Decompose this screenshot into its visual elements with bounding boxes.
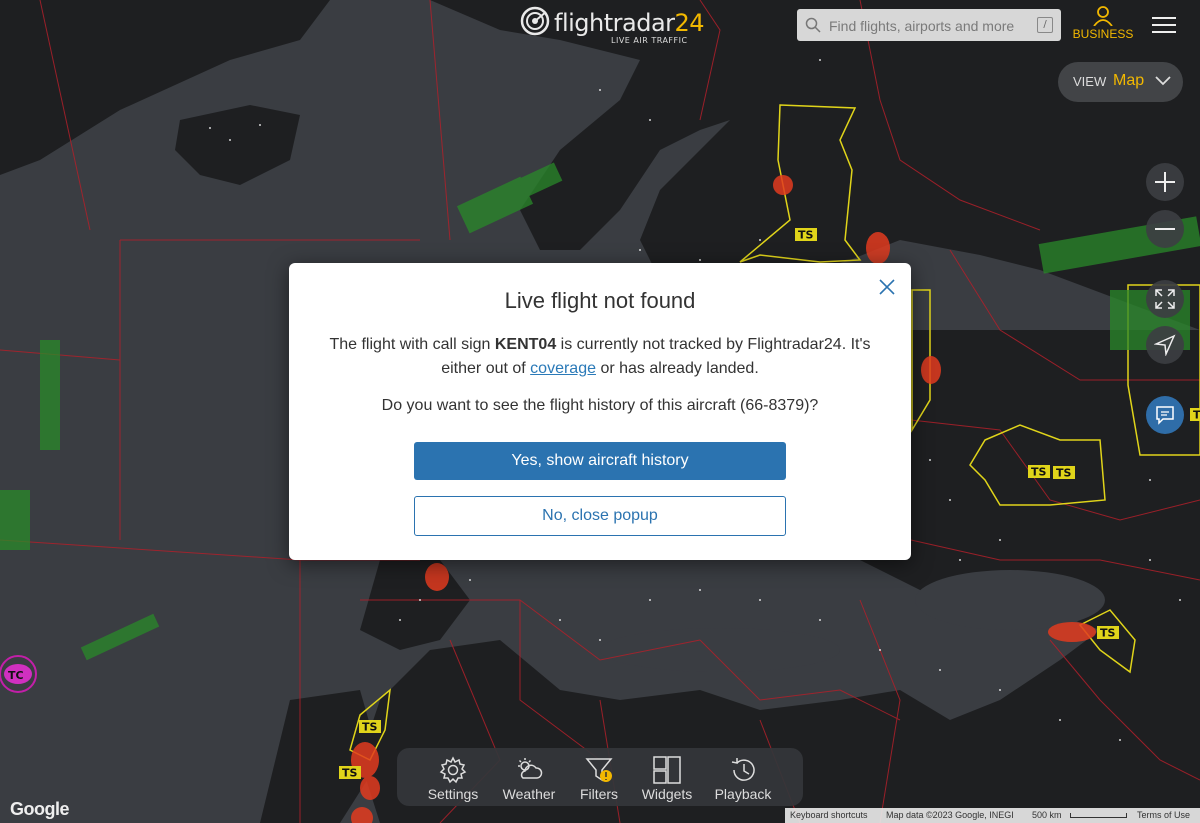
search-shortcut-key: /: [1037, 17, 1053, 33]
map-data-attribution: Map data ©2023 Google, INEGI: [886, 810, 1014, 820]
filter-icon: [585, 758, 613, 782]
storm-label: TS: [342, 767, 358, 780]
widgets-button[interactable]: Widgets: [632, 754, 702, 804]
weather-icon: [518, 758, 543, 779]
feedback-button[interactable]: [1146, 396, 1184, 434]
radar-logo-icon: [520, 6, 550, 36]
filters-label: Filters: [579, 786, 619, 802]
storm-label: TS: [1031, 466, 1047, 479]
view-value: Map: [1113, 72, 1145, 89]
search-icon: [805, 17, 821, 33]
modal-message: The flight with call sign KENT04 is curr…: [319, 333, 881, 380]
weather-button[interactable]: Weather: [494, 754, 564, 804]
playback-label: Playback: [714, 786, 772, 802]
message-prefix: The flight with call sign: [329, 336, 495, 353]
history-clock-icon: [731, 758, 755, 781]
bottom-toolbar: Settings Weather Filters Widgets Playbac…: [397, 748, 803, 806]
gear-icon: [439, 756, 467, 784]
scale-bar: [1070, 813, 1127, 818]
view-label: VIEW: [1073, 74, 1107, 89]
map-attribution-bar: Keyboard shortcuts Map data ©2023 Google…: [785, 808, 1200, 823]
message-end: or has already landed.: [596, 359, 759, 377]
modal-title: Live flight not found: [504, 288, 696, 313]
scale-label[interactable]: 500 km: [1032, 808, 1062, 823]
playback-button[interactable]: Playback: [708, 754, 778, 804]
minus-icon: [1155, 228, 1175, 230]
modal-question: Do you want to see the flight history of…: [381, 397, 819, 414]
navigation-arrow-icon: [1154, 334, 1176, 356]
zoom-in-button[interactable]: [1146, 163, 1184, 201]
chat-icon: [1156, 406, 1174, 425]
storm-label: TS: [362, 721, 378, 734]
widgets-label: Widgets: [641, 786, 693, 802]
weather-label: Weather: [502, 786, 556, 802]
flightradar24-logo[interactable]: flightradar24 LIVE AIR TRAFFIC: [520, 6, 705, 46]
widgets-icon: [653, 756, 681, 784]
settings-label: Settings: [427, 786, 479, 802]
fullscreen-button[interactable]: [1146, 280, 1184, 318]
view-selector[interactable]: VIEW Map: [1058, 62, 1183, 102]
hamburger-menu-icon[interactable]: [1150, 12, 1178, 38]
coverage-link[interactable]: coverage: [530, 360, 596, 377]
logo-text: flightradar: [554, 9, 675, 37]
storm-label: TC: [8, 669, 24, 682]
settings-button[interactable]: Settings: [418, 754, 488, 804]
filters-button[interactable]: Filters: [564, 754, 634, 804]
plus-icon: [1155, 172, 1175, 192]
chevron-down-icon: [1155, 76, 1171, 86]
storm-label: TS: [1056, 467, 1072, 480]
user-icon: [1093, 6, 1113, 26]
logo-number: 24: [674, 9, 705, 37]
terms-of-use-link[interactable]: Terms of Use: [1137, 808, 1190, 823]
show-aircraft-history-button[interactable]: Yes, show aircraft history: [414, 442, 786, 480]
expand-icon: [1155, 289, 1175, 309]
business-button[interactable]: BUSINESS: [1072, 6, 1134, 44]
flight-not-found-modal: Live flight not found The flight with ca…: [289, 263, 911, 560]
google-logo: Google: [10, 799, 70, 819]
storm-label: TS: [1193, 409, 1200, 422]
close-popup-button[interactable]: No, close popup: [414, 496, 786, 536]
storm-label: TS: [1100, 627, 1116, 640]
business-label: BUSINESS: [1072, 27, 1134, 41]
search-input[interactable]: [827, 14, 1031, 38]
zoom-out-button[interactable]: [1146, 210, 1184, 248]
callsign: KENT04: [494, 336, 557, 353]
search-box[interactable]: /: [797, 9, 1061, 41]
storm-label: TS: [798, 229, 814, 242]
logo-subtitle: LIVE AIR TRAFFIC: [611, 36, 688, 45]
my-location-button[interactable]: [1146, 326, 1184, 364]
keyboard-shortcuts-link[interactable]: Keyboard shortcuts: [790, 808, 868, 823]
